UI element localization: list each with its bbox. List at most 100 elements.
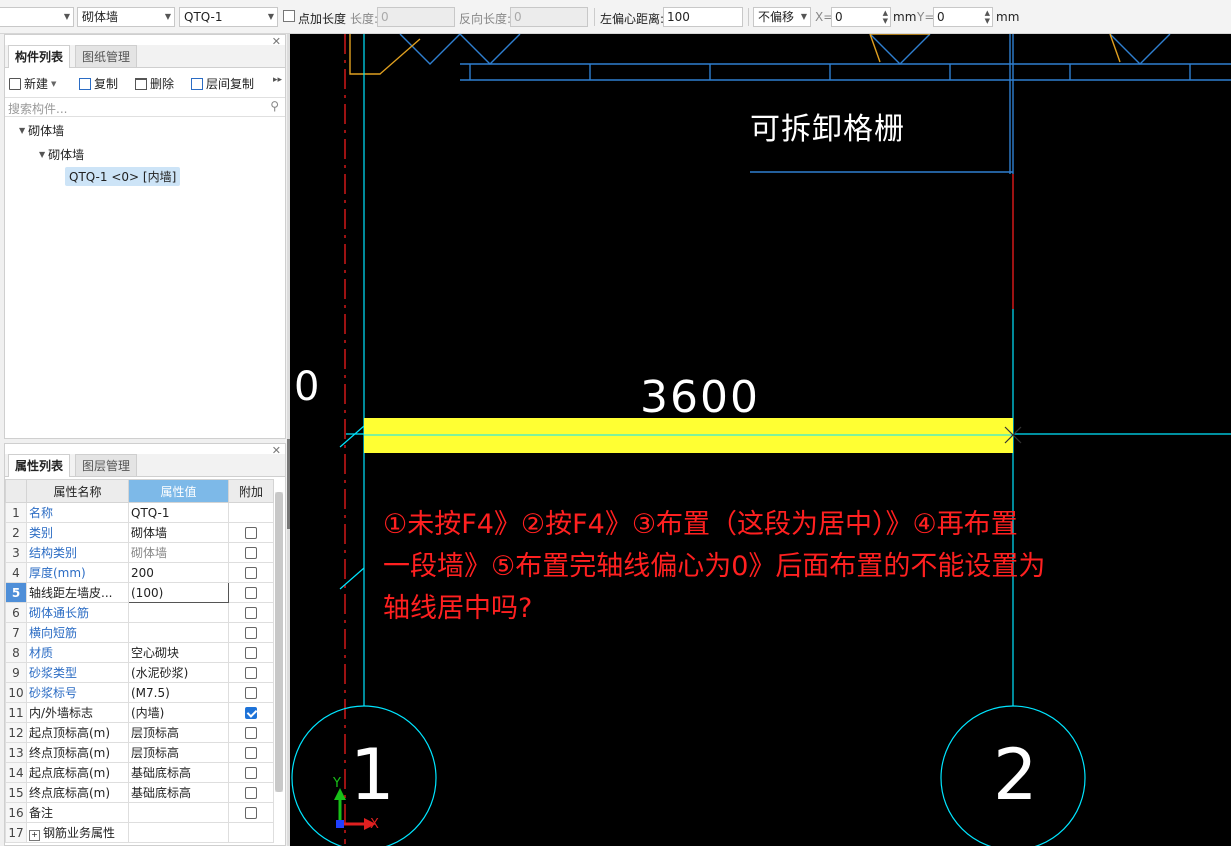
property-value-editor[interactable]: (100) xyxy=(128,582,229,603)
property-name: 内/外墙标志 xyxy=(26,702,129,723)
search-icon[interactable]: ⚲ xyxy=(270,99,279,113)
attach-checkbox-checked[interactable] xyxy=(245,707,257,719)
extra-cell xyxy=(228,682,274,703)
attach-checkbox[interactable] xyxy=(245,747,257,759)
reverse-length-label: 反向长度: xyxy=(459,12,512,26)
component-type-select[interactable]: 砌体墙 ▼ xyxy=(77,7,175,27)
component-actions: 新建 ▼ 复制 删除 层间复制 ▸▸ xyxy=(5,71,285,95)
drawing-canvas[interactable]: 可拆卸格栅 3600 0 1 2 Y X ①未按F4》②按F4》③布置（这段为居… xyxy=(290,34,1231,846)
attach-checkbox[interactable] xyxy=(245,727,257,739)
attach-checkbox[interactable] xyxy=(245,767,257,779)
header-property-value: 属性值 xyxy=(128,479,229,503)
property-row[interactable]: 10 砂浆标号 (M7.5) xyxy=(5,682,274,703)
property-row[interactable]: 14 起点底标高(m) 基础底标高 xyxy=(5,762,274,783)
property-name: 终点底标高(m) xyxy=(26,782,129,803)
property-row[interactable]: 12 起点顶标高(m) 层顶标高 xyxy=(5,722,274,743)
property-row[interactable]: 4 厚度(mm) 200 xyxy=(5,562,274,583)
trash-icon xyxy=(135,77,147,90)
property-value[interactable]: (M7.5) xyxy=(128,682,229,703)
component-search[interactable]: 搜索构件... ⚲ xyxy=(5,97,285,117)
property-value[interactable]: 层顶标高 xyxy=(128,742,229,763)
offset-mode-select[interactable]: 不偏移 ▼ xyxy=(753,7,811,27)
property-row[interactable]: 16 备注 xyxy=(5,802,274,823)
expand-plus-icon[interactable]: + xyxy=(29,830,40,841)
spinner-icon[interactable]: ▲ ▼ xyxy=(985,9,990,25)
property-value[interactable]: 层顶标高 xyxy=(128,722,229,743)
property-value[interactable] xyxy=(128,802,229,823)
row-index: 11 xyxy=(5,702,27,723)
question-annotation: ①未按F4》②按F4》③布置（这段为居中）》④再布置 一段墙》⑤布置完轴线偏心为… xyxy=(383,504,1183,630)
edge-digit-text: 0 xyxy=(294,364,320,410)
attach-checkbox[interactable] xyxy=(245,647,257,659)
tab-component-list[interactable]: 构件列表 xyxy=(8,45,71,68)
row-index: 3 xyxy=(5,542,27,563)
extra-cell xyxy=(228,782,274,803)
scrollbar-thumb[interactable] xyxy=(275,492,283,792)
spinner-icon[interactable]: ▲ ▼ xyxy=(883,9,888,25)
more-actions-icon[interactable]: ▸▸ xyxy=(273,75,282,85)
attach-checkbox[interactable] xyxy=(245,567,257,579)
attach-checkbox[interactable] xyxy=(245,627,257,639)
property-value[interactable]: 基础底标高 xyxy=(128,762,229,783)
attach-checkbox[interactable] xyxy=(245,807,257,819)
property-value[interactable]: 基础底标高 xyxy=(128,782,229,803)
floor-select[interactable]: ▼ xyxy=(0,7,74,27)
attach-checkbox[interactable] xyxy=(245,667,257,679)
y-input[interactable]: 0 ▲ ▼ xyxy=(933,7,993,27)
attach-checkbox[interactable] xyxy=(245,527,257,539)
left-offset-input[interactable]: 100 xyxy=(663,7,743,27)
property-table: 属性名称 属性值 附加 1 名称 QTQ-1 2 类别 砌体墙 3 结构类别 砌体墙 4 厚度… xyxy=(5,479,274,843)
property-value[interactable]: (水泥砂浆) xyxy=(128,662,229,683)
property-value[interactable]: 200 xyxy=(128,562,229,583)
property-row[interactable]: 8 材质 空心砌块 xyxy=(5,642,274,663)
property-row[interactable]: 9 砂浆类型 (水泥砂浆) xyxy=(5,662,274,683)
expand-triangle-icon[interactable]: ▼ xyxy=(39,150,45,159)
property-row[interactable]: 11 内/外墙标志 (内墙) xyxy=(5,702,274,723)
copy-button[interactable]: 复制 xyxy=(79,75,118,92)
attach-checkbox[interactable] xyxy=(245,687,257,699)
property-value[interactable] xyxy=(128,622,229,643)
property-row[interactable]: 6 砌体通长筋 xyxy=(5,602,274,623)
property-row[interactable]: 2 类别 砌体墙 xyxy=(5,522,274,543)
property-row[interactable]: 3 结构类别 砌体墙 xyxy=(5,542,274,563)
tree-node-leaf[interactable]: QTQ-1 <0> [内墙] xyxy=(65,167,181,186)
tab-property-list[interactable]: 属性列表 xyxy=(8,454,71,477)
floor-copy-button[interactable]: 层间复制 xyxy=(191,75,254,92)
property-value[interactable]: 空心砌块 xyxy=(128,642,229,663)
property-row-selected[interactable]: 5 轴线距左墙皮... (100) xyxy=(5,582,274,603)
annotation-line: 轴线居中吗? xyxy=(383,593,533,624)
property-value[interactable]: 砌体墙 xyxy=(128,522,229,543)
property-row[interactable]: 13 终点顶标高(m) 层顶标高 xyxy=(5,742,274,763)
tree-node-child[interactable]: ▼ 砌体墙 xyxy=(39,146,84,163)
attach-checkbox[interactable] xyxy=(245,787,257,799)
delete-button[interactable]: 删除 xyxy=(135,75,174,92)
property-row[interactable]: 1 名称 QTQ-1 xyxy=(5,502,274,523)
property-value[interactable]: (内墙) xyxy=(128,702,229,723)
point-length-checkbox[interactable] xyxy=(283,10,295,22)
new-button[interactable]: 新建 ▼ xyxy=(9,75,56,92)
property-scrollbar[interactable] xyxy=(275,492,283,792)
tree-node-label: 砌体墙 xyxy=(28,124,65,138)
property-row-group[interactable]: 17 + 钢筋业务属性 xyxy=(5,822,274,843)
property-row[interactable]: 7 横向短筋 xyxy=(5,622,274,643)
attach-checkbox[interactable] xyxy=(245,587,257,599)
row-index: 16 xyxy=(5,802,27,823)
property-header-row: 属性名称 属性值 附加 xyxy=(5,479,274,503)
attach-checkbox[interactable] xyxy=(245,607,257,619)
expand-triangle-icon[interactable]: ▼ xyxy=(19,126,25,135)
property-row[interactable]: 15 终点底标高(m) 基础底标高 xyxy=(5,782,274,803)
tab-drawing-management[interactable]: 图纸管理 xyxy=(75,45,138,67)
length-input[interactable]: 0 xyxy=(377,7,455,27)
new-file-icon xyxy=(9,77,21,90)
tab-layer-management[interactable]: 图层管理 xyxy=(75,454,138,476)
property-value[interactable] xyxy=(128,602,229,623)
row-index: 13 xyxy=(5,742,27,763)
reverse-length-input[interactable]: 0 xyxy=(510,7,588,27)
row-index: 5 xyxy=(5,582,27,603)
x-input[interactable]: 0 ▲ ▼ xyxy=(831,7,891,27)
row-index: 14 xyxy=(5,762,27,783)
attach-checkbox[interactable] xyxy=(245,547,257,559)
property-value[interactable]: QTQ-1 xyxy=(128,502,229,523)
tree-node-root[interactable]: ▼ 砌体墙 xyxy=(19,122,64,139)
component-name-select[interactable]: QTQ-1 ▼ xyxy=(179,7,278,27)
